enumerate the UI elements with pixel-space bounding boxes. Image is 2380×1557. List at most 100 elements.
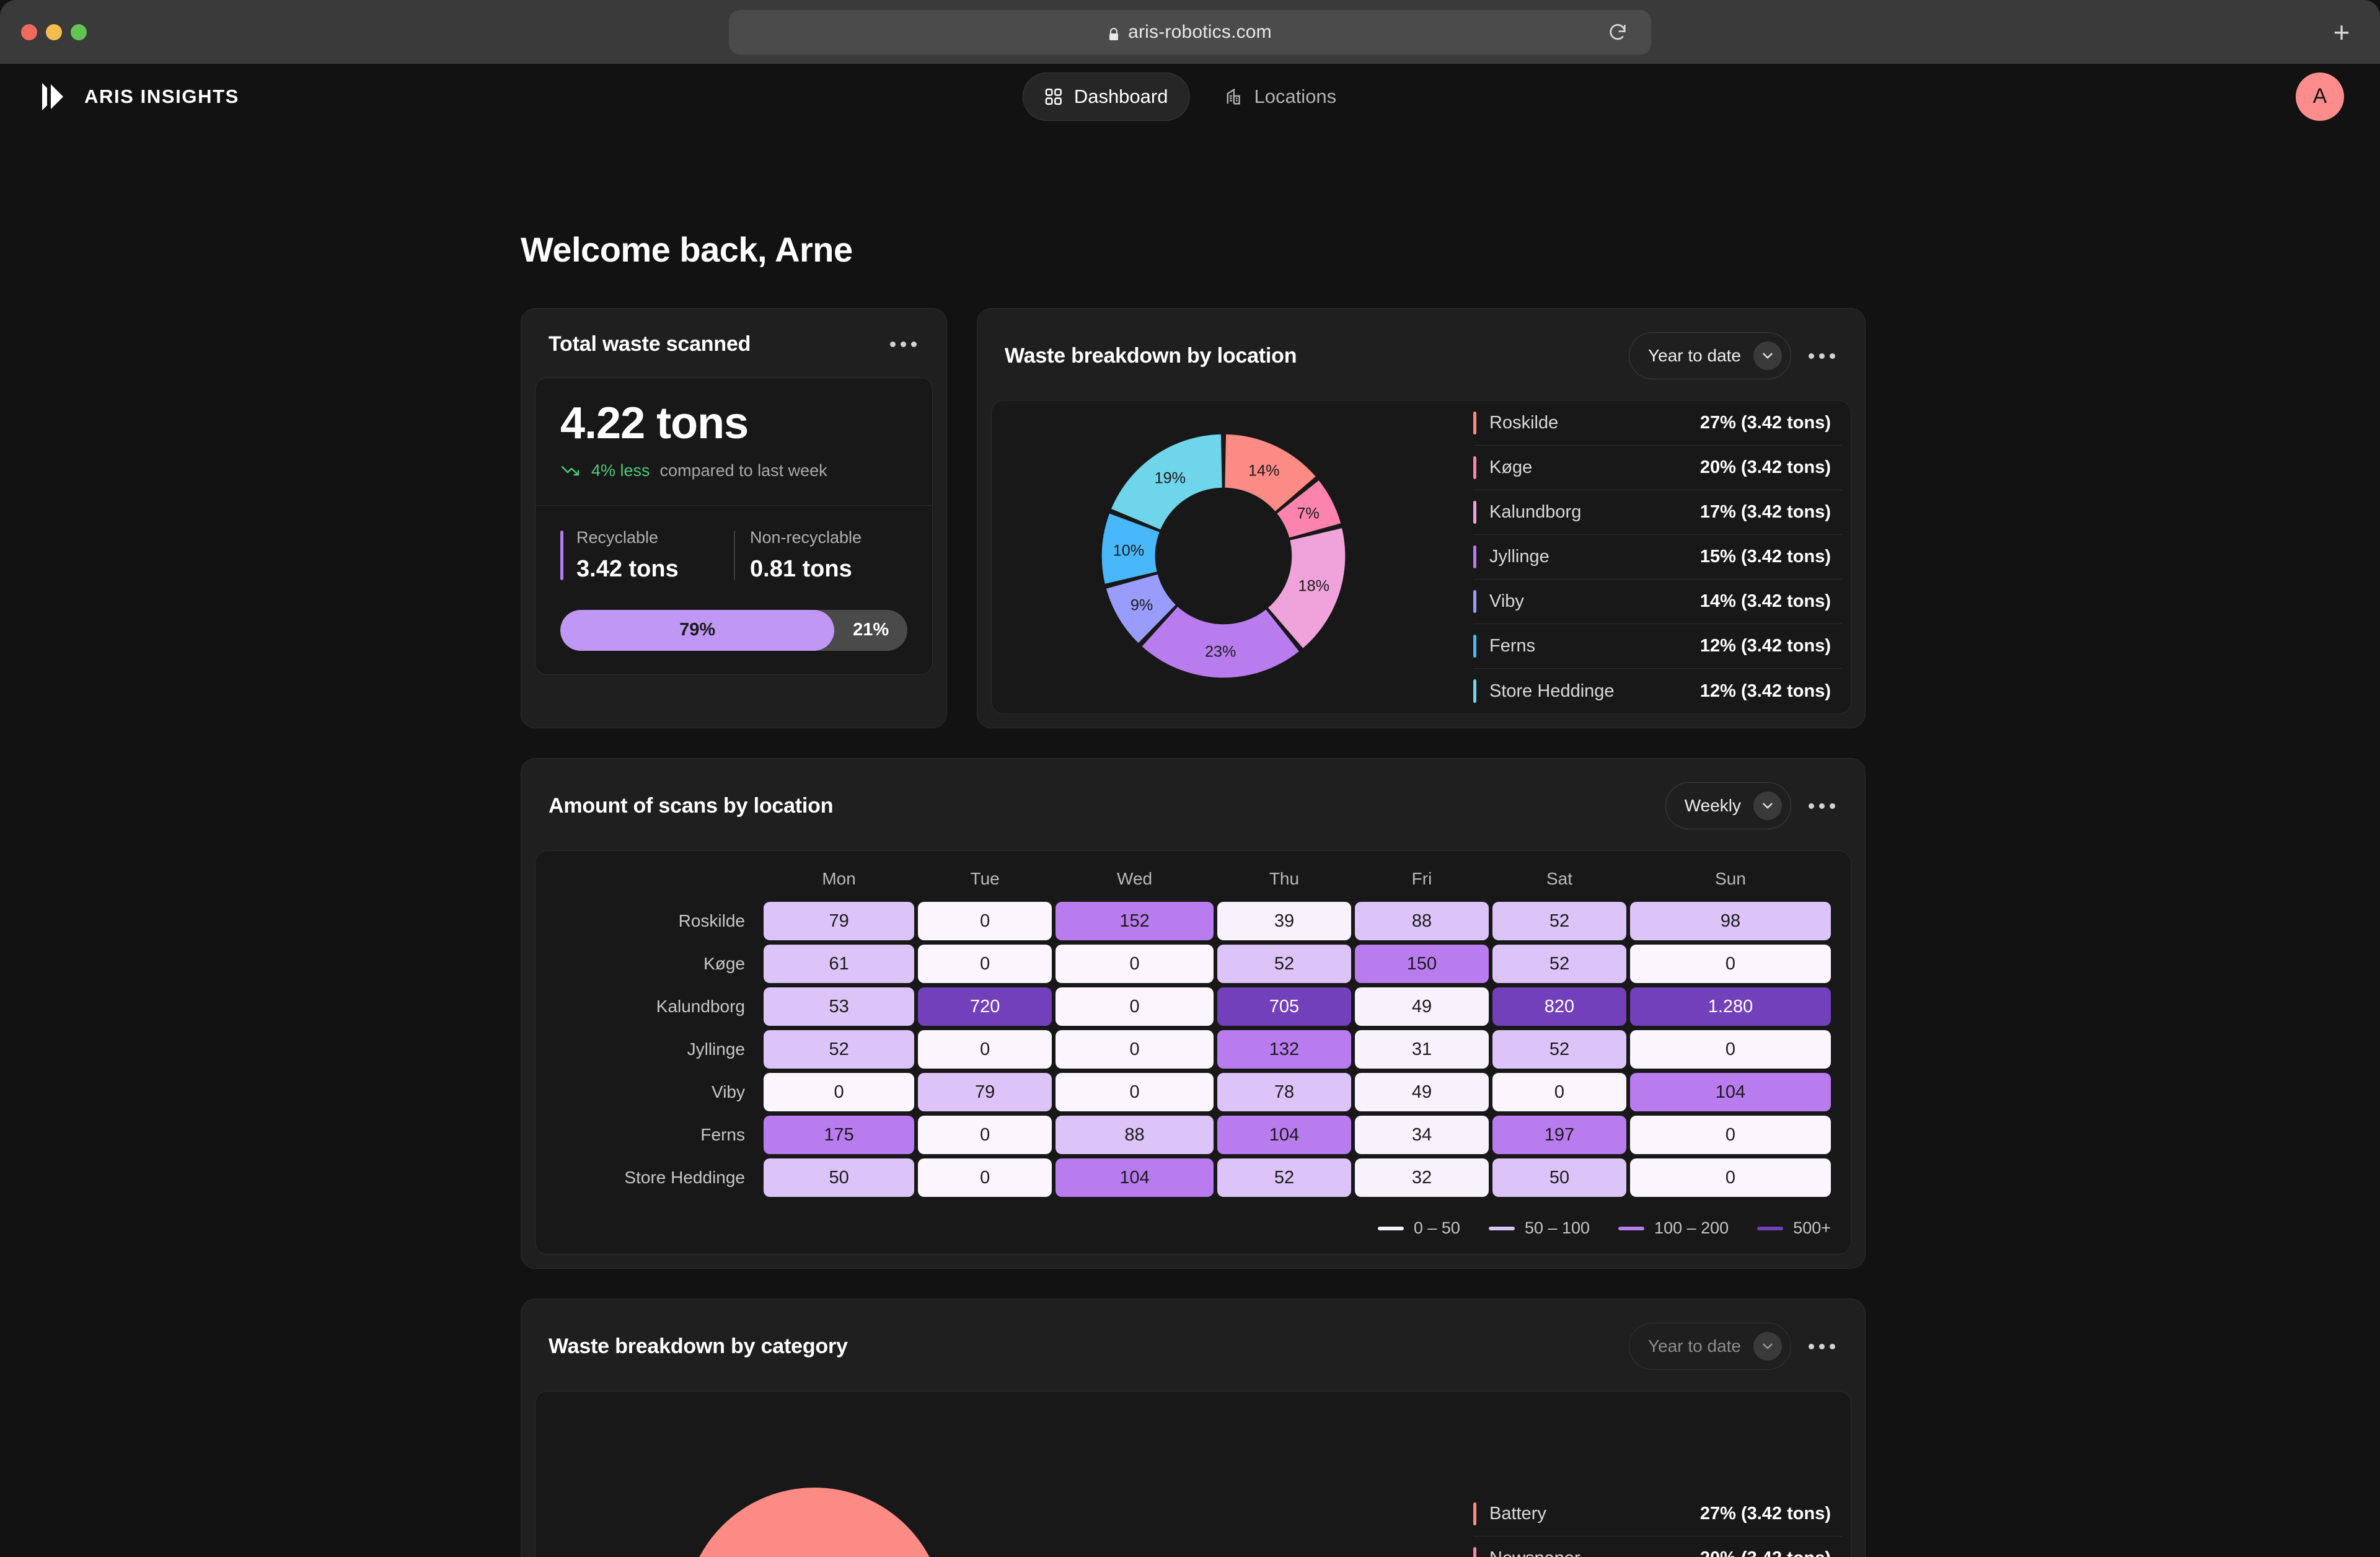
heatmap-column-header: Sun	[1715, 869, 1746, 888]
heatmap-cell[interactable]: 39	[1217, 902, 1351, 940]
heatmap-cell[interactable]: 52	[764, 1030, 915, 1069]
heatmap-cell[interactable]: 52	[1492, 902, 1626, 940]
heatmap-cell[interactable]: 53	[764, 987, 915, 1026]
heatmap-legend-swatch	[1618, 1226, 1645, 1230]
main-navigation: Dashboard Locations	[1022, 72, 1357, 121]
address-bar[interactable]: aris-robotics.com	[729, 9, 1651, 55]
category-range-select[interactable]: Year to date	[1629, 1323, 1791, 1370]
heatmap-cell[interactable]: 0	[764, 1073, 915, 1111]
category-bubble-chart: 33%20%6%	[535, 1391, 1455, 1557]
chevron-down-icon[interactable]	[1753, 342, 1782, 370]
heatmap-cell[interactable]: 0	[1630, 1158, 1831, 1197]
heatmap-cell[interactable]: 52	[1492, 945, 1626, 983]
category-card-header: Waste breakdown by category Year to date	[521, 1299, 1865, 1391]
heatmap-cell[interactable]: 0	[1056, 945, 1214, 983]
heatmap-cell[interactable]: 0	[1630, 1030, 1831, 1069]
donut-slice[interactable]	[1142, 606, 1299, 678]
legend-item[interactable]: Battery 27% (3.42 tons)	[1473, 1492, 1842, 1537]
nav-item-locations[interactable]: Locations	[1203, 73, 1357, 120]
heatmap-cell[interactable]: 50	[1492, 1158, 1626, 1197]
category-menu-button[interactable]	[1806, 1339, 1838, 1354]
legend-item[interactable]: Newspaper 20% (3.42 tons)	[1473, 1537, 1842, 1557]
heatmap-cell[interactable]: 79	[764, 902, 915, 940]
heatmap-cell[interactable]: 197	[1492, 1116, 1626, 1154]
heatmap-cell[interactable]: 0	[918, 1030, 1052, 1069]
brand-name: ARIS INSIGHTS	[84, 85, 239, 107]
heatmap-cell[interactable]: 50	[764, 1158, 915, 1197]
heatmap-cell[interactable]: 52	[1492, 1030, 1626, 1069]
heatmap-cell[interactable]: 79	[918, 1073, 1052, 1111]
non-recyclable-block: Non-recyclable 0.81 tons	[734, 528, 907, 583]
heatmap-cell[interactable]: 104	[1217, 1116, 1351, 1154]
heatmap-cell[interactable]: 32	[1354, 1158, 1489, 1197]
heatmap-cell[interactable]: 104	[1056, 1158, 1214, 1197]
heatmap-cell[interactable]: 705	[1217, 987, 1351, 1026]
heatmap-legend-label: 0 – 50	[1413, 1219, 1460, 1237]
heatmap-cell[interactable]: 104	[1630, 1073, 1831, 1111]
new-tab-button[interactable]: +	[2328, 18, 2355, 46]
heatmap-row-label: Ferns	[700, 1125, 745, 1144]
heatmap-cell[interactable]: 88	[1056, 1116, 1214, 1154]
heatmap-cell[interactable]: 52	[1217, 1158, 1351, 1197]
reload-icon[interactable]	[1605, 20, 1630, 45]
heatmap-cell[interactable]: 0	[918, 1158, 1052, 1197]
heatmap-cell[interactable]: 52	[1217, 945, 1351, 983]
location-range-select[interactable]: Year to date	[1629, 332, 1791, 379]
heatmap-cell[interactable]: 0	[1492, 1073, 1626, 1111]
app-header: ARIS INSIGHTS Dashboard Locations A	[0, 64, 2380, 129]
location-menu-button[interactable]	[1806, 348, 1838, 364]
nav-item-dashboard[interactable]: Dashboard	[1022, 72, 1190, 121]
heatmap-cell[interactable]: 0	[1630, 945, 1831, 983]
total-waste-card: Total waste scanned 4.22 tons 4% less co…	[521, 308, 947, 728]
legend-item[interactable]: Ferns 12% (3.42 tons)	[1473, 624, 1842, 669]
heatmap-cell[interactable]: 0	[1056, 1073, 1214, 1111]
chevron-down-icon[interactable]	[1753, 792, 1782, 820]
total-waste-delta-suffix: compared to last week	[659, 461, 827, 480]
heatmap-cell[interactable]: 0	[1056, 987, 1214, 1026]
heatmap-cell[interactable]: 98	[1630, 902, 1831, 940]
heatmap-cell[interactable]: 820	[1492, 987, 1626, 1026]
brand-logo[interactable]: ARIS INSIGHTS	[38, 81, 239, 113]
scans-heatmap-table: Mon Tue Wed Thu Fri Sat Sun Roskilde 79 0 152 39 88…	[552, 865, 1835, 1201]
chevron-down-icon[interactable]	[1753, 1332, 1782, 1361]
legend-item[interactable]: Køge 20% (3.42 tons)	[1473, 446, 1842, 490]
legend-item[interactable]: Kalundborg 17% (3.42 tons)	[1473, 490, 1842, 535]
heatmap-column-header: Tue	[970, 869, 1000, 888]
legend-item[interactable]: Store Heddinge 12% (3.42 tons)	[1473, 669, 1842, 713]
total-waste-menu-button[interactable]	[888, 337, 919, 352]
heatmap-cell[interactable]: 34	[1354, 1116, 1489, 1154]
heatmap-cell[interactable]: 175	[764, 1116, 915, 1154]
heatmap-cell[interactable]: 49	[1354, 1073, 1489, 1111]
maximize-window-button[interactable]	[71, 24, 87, 40]
scans-card-header: Amount of scans by location Weekly	[521, 759, 1865, 850]
heatmap-cell[interactable]: 0	[918, 1116, 1052, 1154]
minimize-window-button[interactable]	[46, 24, 62, 40]
heatmap-cell[interactable]: 152	[1056, 902, 1214, 940]
scans-menu-button[interactable]	[1806, 798, 1838, 814]
heatmap-row-label: Roskilde	[678, 911, 745, 930]
heatmap-cell[interactable]: 88	[1354, 902, 1489, 940]
close-window-button[interactable]	[21, 24, 37, 40]
heatmap-cell[interactable]: 0	[918, 902, 1052, 940]
recyclable-value: 3.42 tons	[576, 555, 679, 582]
heatmap-legend-item: 100 – 200	[1618, 1219, 1729, 1238]
heatmap-cell[interactable]: 1.280	[1630, 987, 1831, 1026]
legend-item[interactable]: Roskilde 27% (3.42 tons)	[1473, 401, 1842, 446]
heatmap-cell[interactable]: 61	[764, 945, 915, 983]
heatmap-cell[interactable]: 132	[1217, 1030, 1351, 1069]
heatmap-cell[interactable]: 49	[1354, 987, 1489, 1026]
heatmap-cell[interactable]: 31	[1354, 1030, 1489, 1069]
scans-range-select[interactable]: Weekly	[1665, 782, 1791, 829]
heatmap-cell[interactable]: 0	[918, 945, 1052, 983]
heatmap-cell[interactable]: 78	[1217, 1073, 1351, 1111]
legend-item[interactable]: Jyllinge 15% (3.42 tons)	[1473, 535, 1842, 580]
heatmap-cell[interactable]: 150	[1354, 945, 1489, 983]
heatmap-cell[interactable]: 720	[918, 987, 1052, 1026]
heatmap-cell[interactable]: 0	[1630, 1116, 1831, 1154]
legend-item[interactable]: Viby 14% (3.42 tons)	[1473, 580, 1842, 624]
avatar[interactable]: A	[2296, 72, 2344, 121]
heatmap-cell[interactable]: 0	[1056, 1030, 1214, 1069]
bubble[interactable]: 33%	[684, 1488, 945, 1557]
lock-icon	[1108, 25, 1119, 40]
legend-item-label: Store Heddinge	[1489, 681, 1615, 701]
